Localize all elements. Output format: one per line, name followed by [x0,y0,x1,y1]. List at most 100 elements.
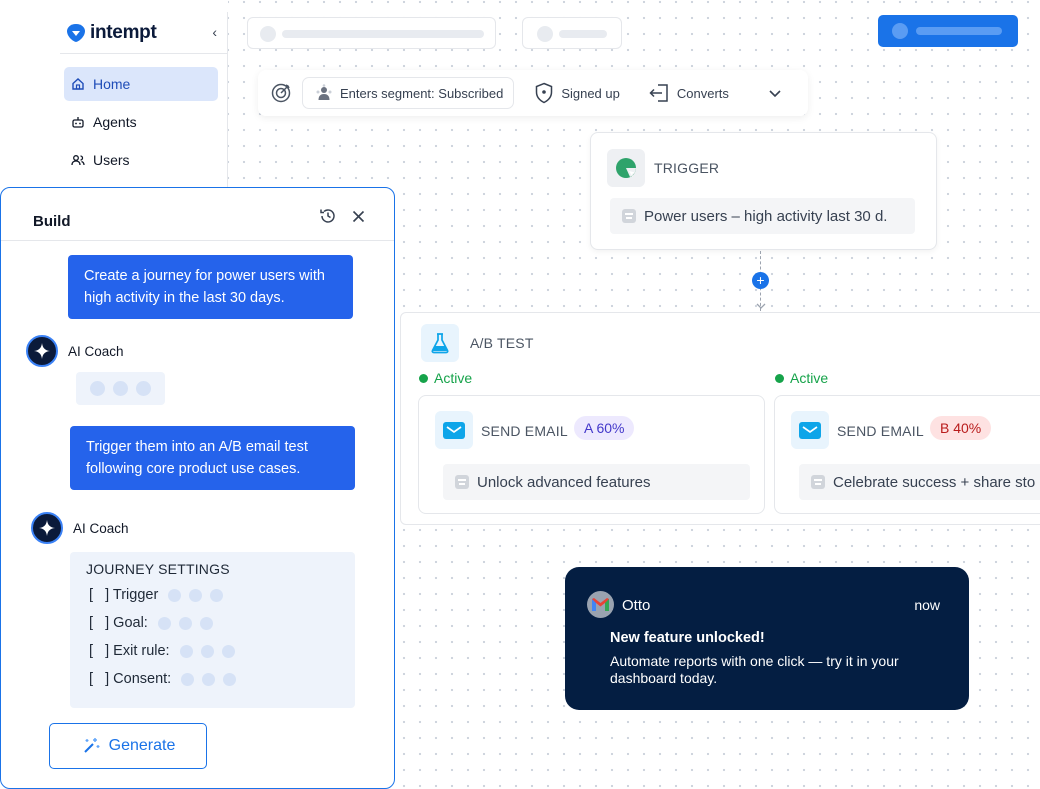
add-step-button[interactable]: + [752,272,769,289]
search-bar-placeholder[interactable] [247,17,496,49]
sidebar-item-users[interactable]: Users [64,143,218,177]
branch-status-text: Active [434,370,473,386]
branch-b-email-node[interactable]: SEND EMAIL B 40% Celebrate success + sha… [774,395,1040,514]
loading-dots [181,672,237,686]
placeholder-line [282,30,484,38]
status-dot [775,373,784,383]
ai-coach-avatar [31,512,63,544]
segment-entry-label: Enters segment: Subscribed [340,85,504,101]
email-subject-text: Celebrate success + share sto [833,473,1036,491]
placeholder-line [916,27,1002,35]
history-icon[interactable] [319,207,337,225]
user-message: Trigger them into an A/B email test foll… [70,426,355,490]
gmail-icon [587,591,614,618]
setting-row-exit-rule[interactable]: [ ] Exit rule: [89,643,235,659]
ai-coach-name: AI Coach [73,520,129,536]
primary-action-button[interactable] [878,15,1018,47]
loading-dots [168,588,224,602]
email-subject[interactable]: Unlock advanced features [443,464,750,500]
ai-coach-header: AI Coach [26,335,124,367]
collapse-sidebar-icon[interactable]: ‹ [212,24,217,40]
user-message: Create a journey for power users with hi… [68,255,353,319]
ai-coach-header: AI Coach [31,512,129,544]
filter-placeholder[interactable] [522,17,622,49]
settings-title: JOURNEY SETTINGS [86,561,230,577]
typing-dot [113,381,128,396]
magic-wand-icon [83,738,100,753]
setting-row-goal[interactable]: [ ] Goal: [89,615,213,631]
filter-icon [622,209,636,223]
panel-title: Build [33,213,71,230]
variant-b-badge: B 40% [930,416,992,440]
target-icon[interactable] [270,82,292,104]
segment-entry-chip[interactable]: Enters segment: Subscribed [302,77,515,109]
journey-settings-card: JOURNEY SETTINGS [ ] Trigger [ ] Goal: [… [70,552,355,708]
users-icon [71,155,85,166]
branch-a-email-node[interactable]: SEND EMAIL A 60% Unlock advanced feature… [418,395,765,514]
sparkle-icon [34,343,50,359]
generate-label: Generate [108,737,176,754]
notification-time: now [914,597,940,613]
placeholder-line [559,30,607,38]
sidebar-item-home[interactable]: Home [64,67,218,101]
placeholder-dot [892,23,908,39]
signed-up-chip[interactable]: Signed up [534,82,620,104]
home-icon [72,78,84,90]
mail-icon-box [435,411,473,449]
ab-icon-box [421,324,459,362]
pie-chart-icon [616,158,636,178]
shield-icon [536,82,553,104]
intempt-logo-icon [67,24,85,42]
brand-logo[interactable]: intempt [66,22,157,44]
notification-title: New feature unlocked! [610,630,765,646]
filter-icon [811,475,825,489]
trigger-node[interactable]: TRIGGER Power users – high activity last… [590,132,937,250]
sidebar-item-label: Agents [93,114,137,130]
mail-icon-box [791,411,829,449]
notification-sender: Otto [622,597,651,614]
typing-dot [136,381,151,396]
send-email-label: SEND EMAIL [837,423,924,439]
generate-button[interactable]: Generate [49,723,207,769]
sparkle-icon [39,520,55,536]
sidebar-item-agents[interactable]: Agents [64,105,218,139]
converts-chip[interactable]: Converts [648,83,729,103]
placeholder-dot [260,26,276,42]
journey-entry-bar: Enters segment: Subscribed Signed up Con… [258,70,808,116]
trigger-icon-box [607,149,645,187]
status-dot [419,373,428,383]
sidebar-item-label: Users [93,152,130,168]
typing-dot [90,381,105,396]
chevron-down-icon[interactable] [767,85,783,101]
divider [60,53,227,54]
divider [1,240,394,241]
typing-indicator [76,372,165,405]
mail-icon [799,421,821,439]
robot-icon [72,117,84,128]
ab-test-label: A/B TEST [470,335,534,351]
trigger-condition-text: Power users – high activity last 30 d. [644,207,888,225]
signed-up-label: Signed up [561,85,620,101]
send-email-label: SEND EMAIL [481,423,568,439]
flask-icon [431,333,449,354]
close-icon[interactable] [352,210,365,223]
loading-dots [179,644,235,658]
branch-status-text: Active [790,370,829,386]
placeholder-dot [537,26,553,42]
setting-row-trigger[interactable]: [ ] Trigger [89,587,224,603]
filter-icon [455,475,469,489]
ai-coach-name: AI Coach [68,343,124,359]
mail-icon [443,421,465,439]
email-subject[interactable]: Celebrate success + share sto [799,464,1040,500]
variant-a-badge: A 60% [574,416,635,440]
trigger-condition[interactable]: Power users – high activity last 30 d. [610,198,915,234]
arrow-down-icon [756,303,766,309]
branch-a-status: Active [419,370,472,386]
notification-toast[interactable]: Otto now New feature unlocked! Automate … [565,567,969,710]
ai-coach-avatar [26,335,58,367]
trigger-label: TRIGGER [654,160,720,176]
setting-row-consent[interactable]: [ ] Consent: [89,671,237,687]
converts-label: Converts [676,85,729,101]
build-panel: Build Create a journey for power users w… [0,187,395,789]
branch-b-status: Active [775,370,828,386]
